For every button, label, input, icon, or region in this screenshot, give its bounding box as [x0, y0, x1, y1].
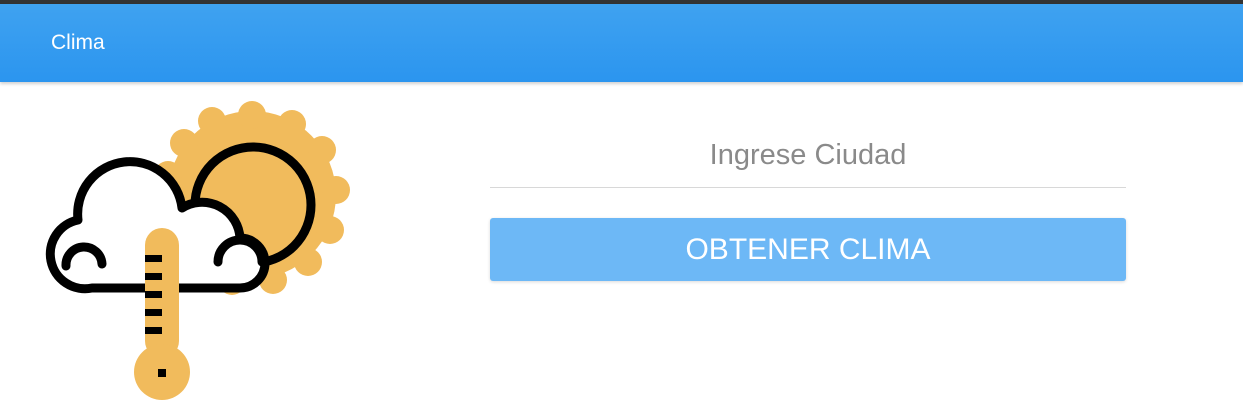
- navbar: Clima: [0, 4, 1243, 82]
- city-input[interactable]: [490, 124, 1126, 188]
- weather-sun-cloud-thermometer-icon: [45, 101, 350, 400]
- brand-title[interactable]: Clima: [51, 31, 105, 55]
- get-weather-button[interactable]: OBTENER CLIMA: [490, 218, 1126, 281]
- weather-illustration: [40, 100, 360, 410]
